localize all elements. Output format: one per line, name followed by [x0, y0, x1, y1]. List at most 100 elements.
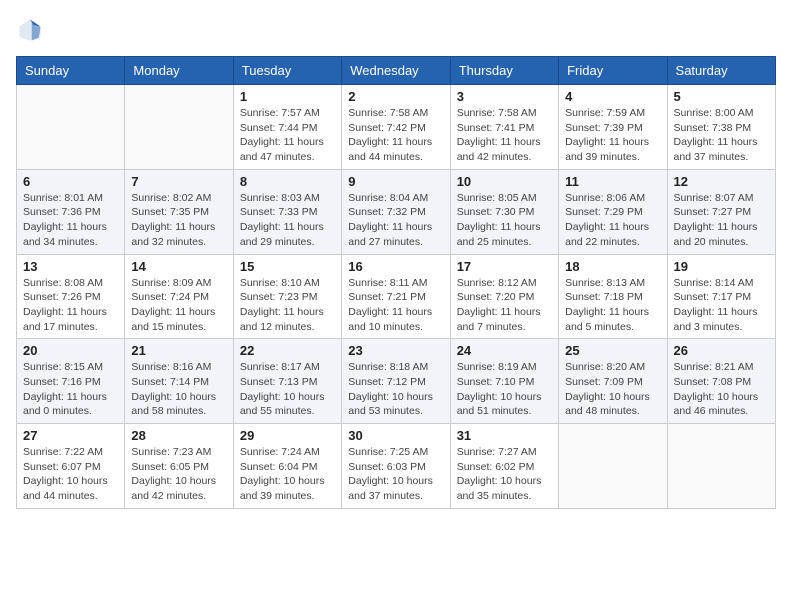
day-info: Sunrise: 7:58 AM Sunset: 7:41 PM Dayligh…	[457, 106, 552, 165]
calendar-day-cell: 4 Sunrise: 7:59 AM Sunset: 7:39 PM Daylig…	[559, 85, 667, 170]
page-header	[16, 16, 776, 44]
day-info: Sunrise: 8:12 AM Sunset: 7:20 PM Dayligh…	[457, 276, 552, 335]
day-info: Sunrise: 7:59 AM Sunset: 7:39 PM Dayligh…	[565, 106, 660, 165]
day-number: 26	[674, 343, 769, 358]
day-info: Sunrise: 8:02 AM Sunset: 7:35 PM Dayligh…	[131, 191, 226, 250]
calendar-week-row: 13 Sunrise: 8:08 AM Sunset: 7:26 PM Dayli…	[17, 254, 776, 339]
day-info: Sunrise: 8:01 AM Sunset: 7:36 PM Dayligh…	[23, 191, 118, 250]
calendar-day-cell: 24 Sunrise: 8:19 AM Sunset: 7:10 PM Dayli…	[450, 339, 558, 424]
calendar-day-cell: 27 Sunrise: 7:22 AM Sunset: 6:07 PM Dayli…	[17, 424, 125, 509]
day-number: 17	[457, 259, 552, 274]
day-info: Sunrise: 8:17 AM Sunset: 7:13 PM Dayligh…	[240, 360, 335, 419]
calendar-header-monday: Monday	[125, 57, 233, 85]
day-info: Sunrise: 8:09 AM Sunset: 7:24 PM Dayligh…	[131, 276, 226, 335]
calendar-day-cell: 16 Sunrise: 8:11 AM Sunset: 7:21 PM Dayli…	[342, 254, 450, 339]
calendar-day-cell	[559, 424, 667, 509]
day-info: Sunrise: 7:24 AM Sunset: 6:04 PM Dayligh…	[240, 445, 335, 504]
day-number: 9	[348, 174, 443, 189]
calendar-day-cell: 2 Sunrise: 7:58 AM Sunset: 7:42 PM Daylig…	[342, 85, 450, 170]
day-number: 28	[131, 428, 226, 443]
day-number: 1	[240, 89, 335, 104]
calendar-day-cell: 6Sunrise: 8:01 AM Sunset: 7:36 PM Daylig…	[17, 169, 125, 254]
day-number: 24	[457, 343, 552, 358]
calendar-day-cell: 23Sunrise: 8:18 AM Sunset: 7:12 PM Dayli…	[342, 339, 450, 424]
day-info: Sunrise: 7:57 AM Sunset: 7:44 PM Dayligh…	[240, 106, 335, 165]
day-number: 16	[348, 259, 443, 274]
day-info: Sunrise: 8:19 AM Sunset: 7:10 PM Dayligh…	[457, 360, 552, 419]
calendar-day-cell	[17, 85, 125, 170]
calendar-day-cell: 28 Sunrise: 7:23 AM Sunset: 6:05 PM Dayli…	[125, 424, 233, 509]
calendar-day-cell: 31 Sunrise: 7:27 AM Sunset: 6:02 PM Dayli…	[450, 424, 558, 509]
day-number: 2	[348, 89, 443, 104]
day-number: 8	[240, 174, 335, 189]
day-info: Sunrise: 7:25 AM Sunset: 6:03 PM Dayligh…	[348, 445, 443, 504]
day-number: 11	[565, 174, 660, 189]
day-number: 29	[240, 428, 335, 443]
logo-icon	[16, 16, 44, 44]
calendar-day-cell: 14 Sunrise: 8:09 AM Sunset: 7:24 PM Dayli…	[125, 254, 233, 339]
day-number: 14	[131, 259, 226, 274]
day-number: 10	[457, 174, 552, 189]
calendar-header-thursday: Thursday	[450, 57, 558, 85]
calendar-day-cell: 8 Sunrise: 8:03 AM Sunset: 7:33 PM Daylig…	[233, 169, 341, 254]
calendar-day-cell: 9 Sunrise: 8:04 AM Sunset: 7:32 PM Daylig…	[342, 169, 450, 254]
day-info: Sunrise: 8:15 AM Sunset: 7:16 PM Dayligh…	[23, 360, 118, 419]
calendar-day-cell: 25 Sunrise: 8:20 AM Sunset: 7:09 PM Dayli…	[559, 339, 667, 424]
day-info: Sunrise: 8:00 AM Sunset: 7:38 PM Dayligh…	[674, 106, 769, 165]
calendar-day-cell: 21 Sunrise: 8:16 AM Sunset: 7:14 PM Dayli…	[125, 339, 233, 424]
day-info: Sunrise: 8:03 AM Sunset: 7:33 PM Dayligh…	[240, 191, 335, 250]
calendar-day-cell: 30Sunrise: 7:25 AM Sunset: 6:03 PM Dayli…	[342, 424, 450, 509]
calendar-header-wednesday: Wednesday	[342, 57, 450, 85]
day-info: Sunrise: 7:23 AM Sunset: 6:05 PM Dayligh…	[131, 445, 226, 504]
calendar-week-row: 1 Sunrise: 7:57 AM Sunset: 7:44 PM Daylig…	[17, 85, 776, 170]
calendar-day-cell	[125, 85, 233, 170]
day-number: 21	[131, 343, 226, 358]
calendar-day-cell: 1 Sunrise: 7:57 AM Sunset: 7:44 PM Daylig…	[233, 85, 341, 170]
calendar-day-cell: 13 Sunrise: 8:08 AM Sunset: 7:26 PM Dayli…	[17, 254, 125, 339]
day-info: Sunrise: 8:08 AM Sunset: 7:26 PM Dayligh…	[23, 276, 118, 335]
day-info: Sunrise: 8:14 AM Sunset: 7:17 PM Dayligh…	[674, 276, 769, 335]
day-number: 20	[23, 343, 118, 358]
day-number: 25	[565, 343, 660, 358]
calendar-day-cell: 26 Sunrise: 8:21 AM Sunset: 7:08 PM Dayli…	[667, 339, 775, 424]
calendar-day-cell: 3 Sunrise: 7:58 AM Sunset: 7:41 PM Daylig…	[450, 85, 558, 170]
calendar-header-row: SundayMondayTuesdayWednesdayThursdayFrid…	[17, 57, 776, 85]
day-number: 27	[23, 428, 118, 443]
day-info: Sunrise: 8:04 AM Sunset: 7:32 PM Dayligh…	[348, 191, 443, 250]
calendar-day-cell: 18Sunrise: 8:13 AM Sunset: 7:18 PM Dayli…	[559, 254, 667, 339]
calendar-day-cell	[667, 424, 775, 509]
calendar-day-cell: 12 Sunrise: 8:07 AM Sunset: 7:27 PM Dayli…	[667, 169, 775, 254]
day-info: Sunrise: 7:22 AM Sunset: 6:07 PM Dayligh…	[23, 445, 118, 504]
calendar-header-sunday: Sunday	[17, 57, 125, 85]
day-info: Sunrise: 7:27 AM Sunset: 6:02 PM Dayligh…	[457, 445, 552, 504]
day-info: Sunrise: 8:05 AM Sunset: 7:30 PM Dayligh…	[457, 191, 552, 250]
calendar-header-tuesday: Tuesday	[233, 57, 341, 85]
day-info: Sunrise: 8:11 AM Sunset: 7:21 PM Dayligh…	[348, 276, 443, 335]
calendar-day-cell: 17 Sunrise: 8:12 AM Sunset: 7:20 PM Dayli…	[450, 254, 558, 339]
day-number: 4	[565, 89, 660, 104]
day-number: 5	[674, 89, 769, 104]
day-info: Sunrise: 8:06 AM Sunset: 7:29 PM Dayligh…	[565, 191, 660, 250]
calendar-day-cell: 15Sunrise: 8:10 AM Sunset: 7:23 PM Dayli…	[233, 254, 341, 339]
day-info: Sunrise: 8:16 AM Sunset: 7:14 PM Dayligh…	[131, 360, 226, 419]
day-info: Sunrise: 8:20 AM Sunset: 7:09 PM Dayligh…	[565, 360, 660, 419]
calendar-header-saturday: Saturday	[667, 57, 775, 85]
day-number: 13	[23, 259, 118, 274]
calendar-day-cell: 10 Sunrise: 8:05 AM Sunset: 7:30 PM Dayli…	[450, 169, 558, 254]
calendar-week-row: 20 Sunrise: 8:15 AM Sunset: 7:16 PM Dayli…	[17, 339, 776, 424]
calendar-day-cell: 11 Sunrise: 8:06 AM Sunset: 7:29 PM Dayli…	[559, 169, 667, 254]
calendar-day-cell: 19Sunrise: 8:14 AM Sunset: 7:17 PM Dayli…	[667, 254, 775, 339]
calendar-week-row: 6Sunrise: 8:01 AM Sunset: 7:36 PM Daylig…	[17, 169, 776, 254]
day-info: Sunrise: 8:07 AM Sunset: 7:27 PM Dayligh…	[674, 191, 769, 250]
day-number: 22	[240, 343, 335, 358]
calendar-week-row: 27 Sunrise: 7:22 AM Sunset: 6:07 PM Dayli…	[17, 424, 776, 509]
calendar-day-cell: 22 Sunrise: 8:17 AM Sunset: 7:13 PM Dayli…	[233, 339, 341, 424]
day-info: Sunrise: 8:13 AM Sunset: 7:18 PM Dayligh…	[565, 276, 660, 335]
day-info: Sunrise: 8:21 AM Sunset: 7:08 PM Dayligh…	[674, 360, 769, 419]
day-info: Sunrise: 8:18 AM Sunset: 7:12 PM Dayligh…	[348, 360, 443, 419]
day-number: 31	[457, 428, 552, 443]
day-number: 7	[131, 174, 226, 189]
day-info: Sunrise: 7:58 AM Sunset: 7:42 PM Dayligh…	[348, 106, 443, 165]
day-number: 3	[457, 89, 552, 104]
day-number: 12	[674, 174, 769, 189]
